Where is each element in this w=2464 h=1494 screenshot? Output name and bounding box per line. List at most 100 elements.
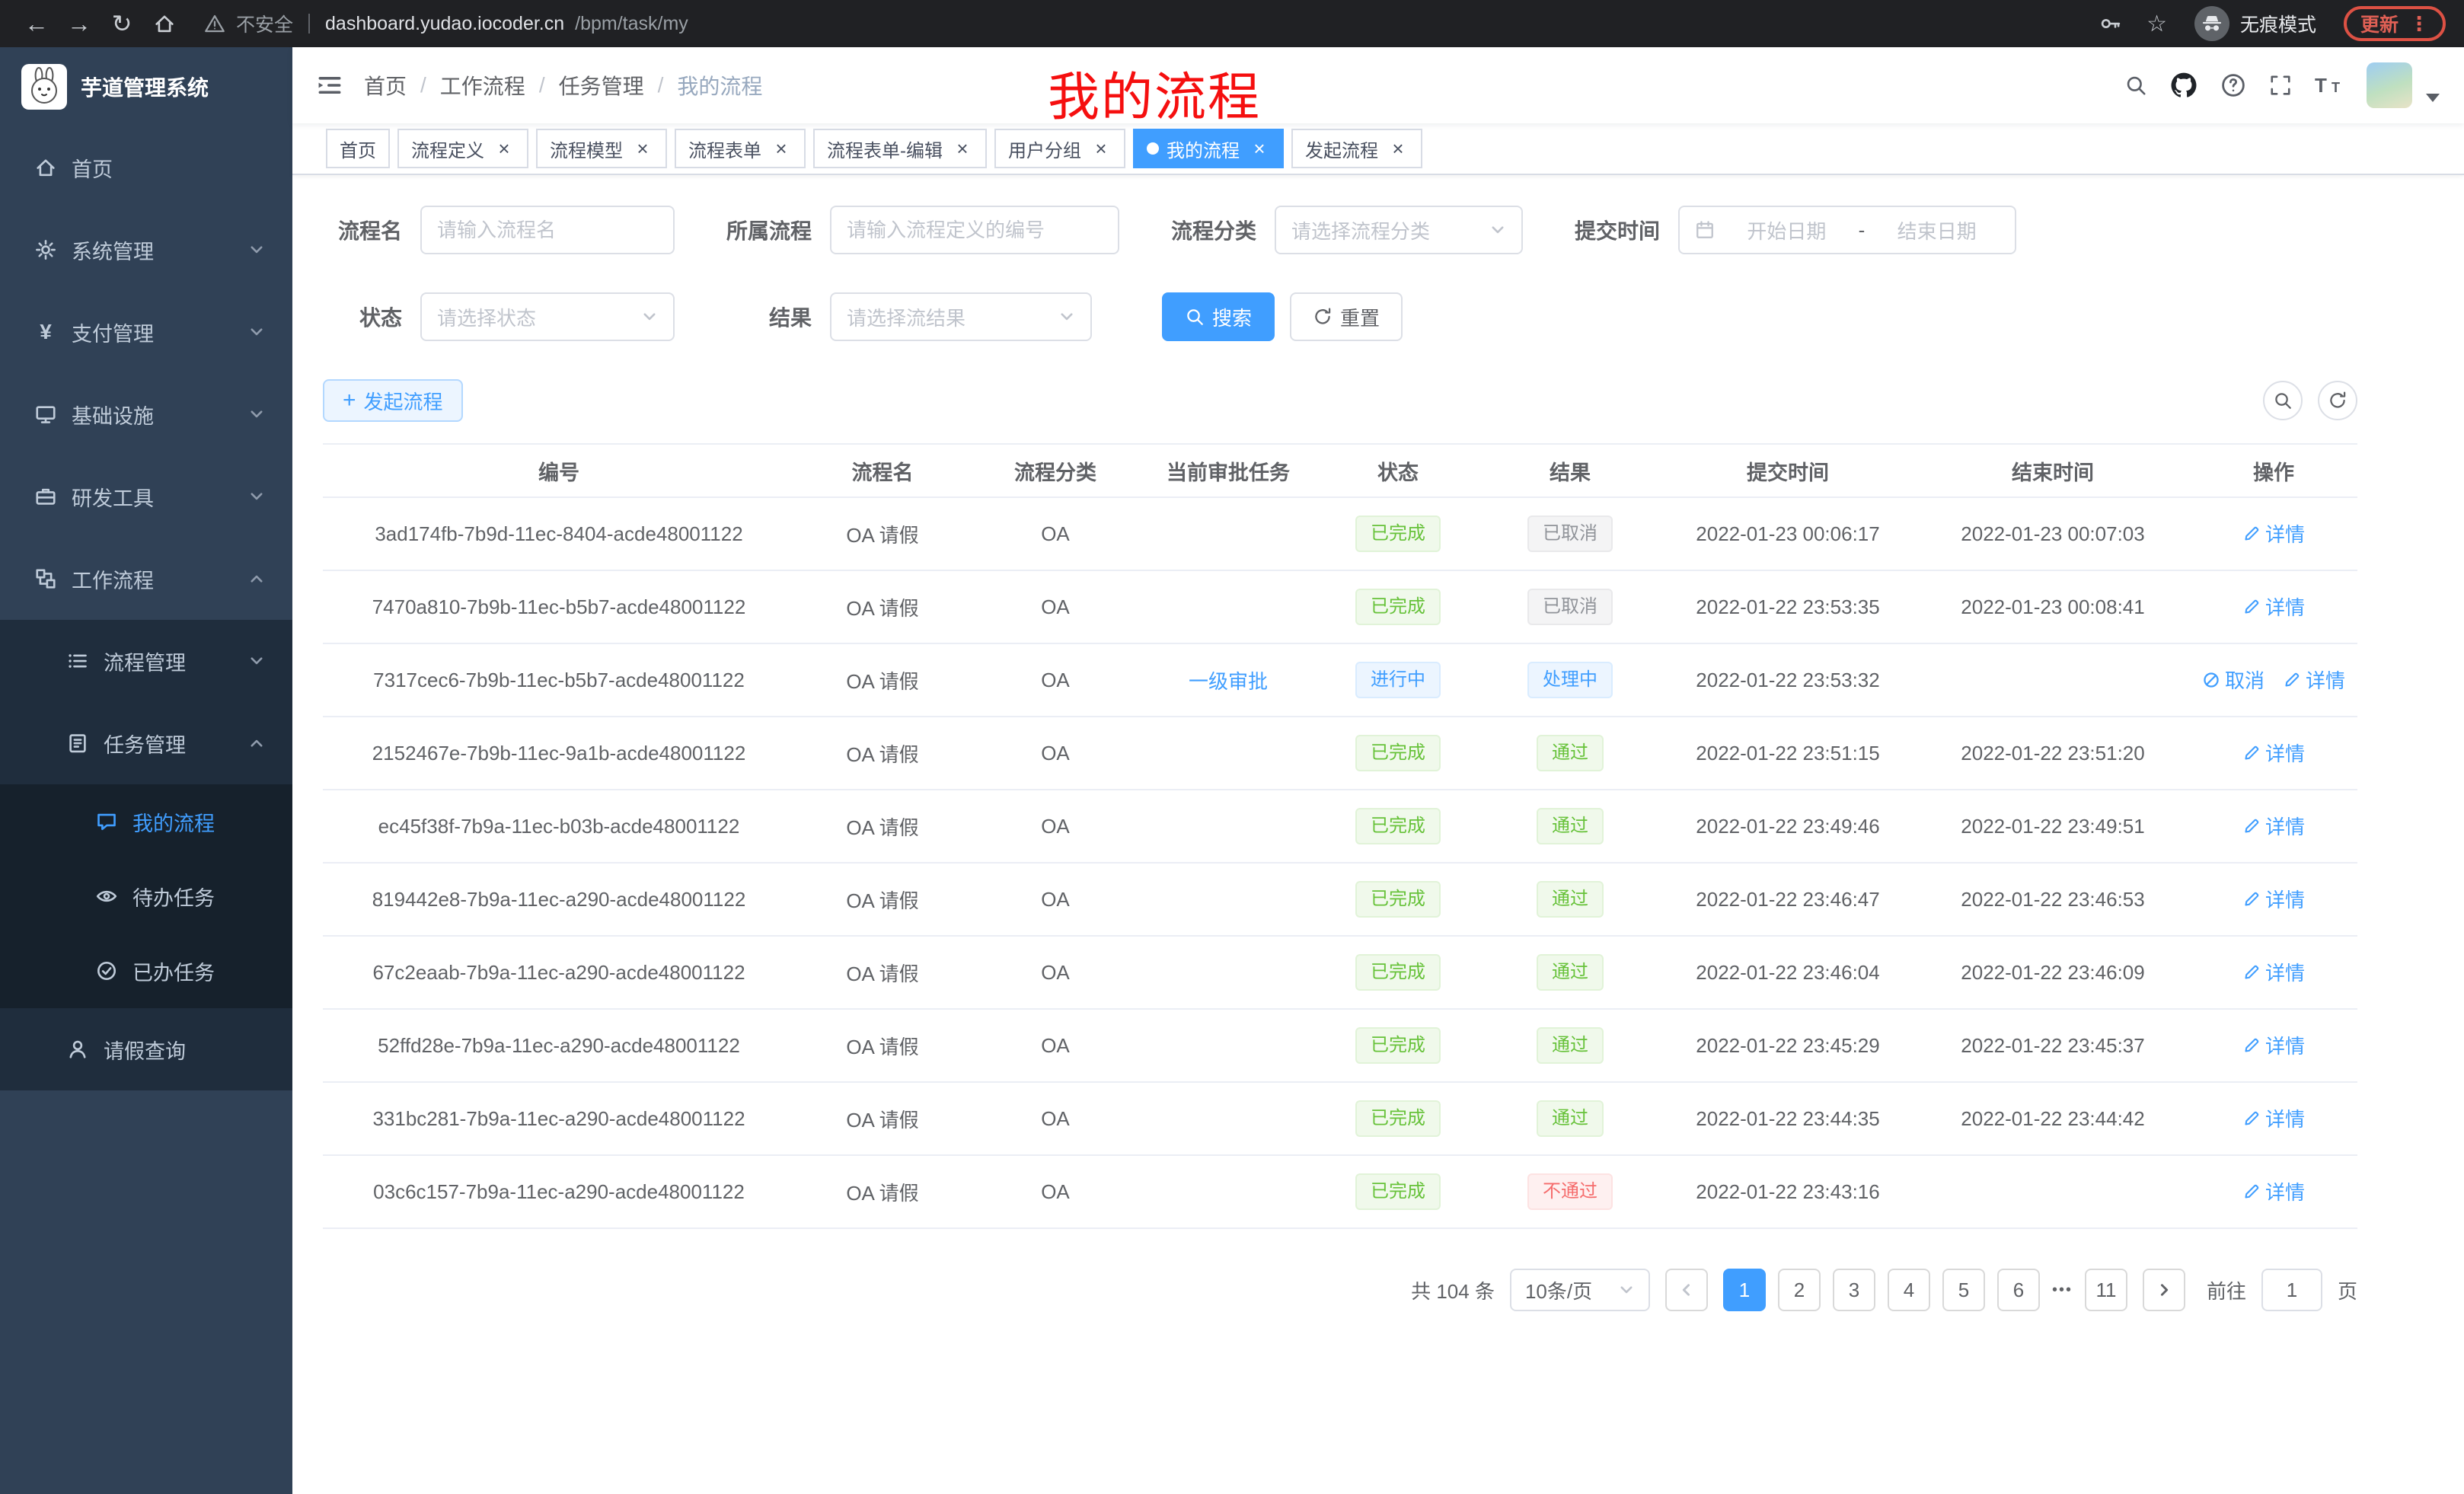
- create-process-button[interactable]: + 发起流程: [323, 379, 463, 422]
- tab-4[interactable]: 流程表单-编辑×: [813, 129, 987, 168]
- detail-link[interactable]: 详情: [2242, 885, 2305, 913]
- cell-submit-time: 2022-01-23 00:06:17: [1660, 497, 1916, 570]
- result-select[interactable]: 请选择流结果: [830, 292, 1092, 341]
- page-button-3[interactable]: 3: [1833, 1269, 1875, 1311]
- breadcrumb-item-workflow[interactable]: 工作流程: [440, 70, 525, 101]
- goto-page-input[interactable]: [2261, 1269, 2322, 1311]
- detail-link[interactable]: 详情: [2242, 739, 2305, 767]
- sidebar-item-infra[interactable]: 基础设施: [0, 373, 292, 455]
- page-button-2[interactable]: 2: [1778, 1269, 1821, 1311]
- github-icon[interactable]: [2170, 72, 2197, 99]
- filter-status: 状态 请选择状态: [323, 292, 675, 341]
- sidebar-item-leave-query[interactable]: 请假查询: [0, 1008, 292, 1090]
- avatar[interactable]: [2367, 62, 2412, 108]
- app-logo[interactable]: 芋道管理系统: [0, 47, 292, 126]
- caret-down-icon[interactable]: [2426, 94, 2440, 102]
- cell-name: OA 请假: [795, 936, 970, 1009]
- tab-6[interactable]: 我的流程×: [1133, 129, 1284, 168]
- detail-link[interactable]: 详情: [2242, 519, 2305, 547]
- detail-link[interactable]: 详情: [2242, 958, 2305, 986]
- sidebar-item-my-process[interactable]: 我的流程: [0, 784, 292, 859]
- page-button-6[interactable]: 6: [1997, 1269, 2040, 1311]
- password-key-icon[interactable]: [2099, 12, 2122, 35]
- tab-3[interactable]: 流程表单×: [675, 129, 806, 168]
- page-size-select[interactable]: 10条/页: [1510, 1269, 1650, 1311]
- close-icon[interactable]: ×: [952, 138, 973, 159]
- search-button[interactable]: 搜索: [1162, 292, 1275, 341]
- page-button-11[interactable]: 11: [2085, 1269, 2127, 1311]
- page-button-5[interactable]: 5: [1942, 1269, 1985, 1311]
- reset-button[interactable]: 重置: [1290, 292, 1403, 341]
- page-button-4[interactable]: 4: [1888, 1269, 1930, 1311]
- browser-menu-icon[interactable]: ⋮: [2409, 12, 2429, 36]
- tab-5[interactable]: 用户分组 ×: [994, 129, 1125, 168]
- sidebar-item-task-mgmt[interactable]: 任务管理: [0, 702, 292, 784]
- tab-label: 用户分组: [1008, 136, 1081, 162]
- sidebar-item-process-mgmt[interactable]: 流程管理: [0, 620, 292, 702]
- detail-link[interactable]: 详情: [2242, 812, 2305, 840]
- detail-link[interactable]: 详情: [2283, 666, 2345, 694]
- table-refresh-button[interactable]: [2318, 381, 2357, 420]
- sidebar-item-system[interactable]: 系统管理: [0, 209, 292, 291]
- header-search-icon[interactable]: [2124, 74, 2147, 97]
- detail-link[interactable]: 详情: [2242, 1104, 2305, 1132]
- result-badge: 通过: [1537, 1027, 1604, 1064]
- sidebar-toggle-icon[interactable]: [317, 72, 343, 98]
- page-ellipsis[interactable]: •••: [2052, 1282, 2073, 1299]
- breadcrumb-item-task[interactable]: 任务管理: [559, 70, 644, 101]
- status-badge: 进行中: [1355, 662, 1441, 698]
- submit-time-range[interactable]: 开始日期 - 结束日期: [1678, 206, 2016, 254]
- address-bar[interactable]: 不安全 dashboard.yudao.iocoder.cn/bpm/task/…: [204, 10, 688, 37]
- tab-7[interactable]: 发起流程×: [1291, 129, 1422, 168]
- status-select[interactable]: 请选择状态: [420, 292, 675, 341]
- cell-id: 7317cec6-7b9b-11ec-b5b7-acde48001122: [323, 643, 795, 717]
- font-size-icon[interactable]: TT: [2315, 74, 2344, 97]
- table-search-button[interactable]: [2263, 381, 2303, 420]
- process-key-input[interactable]: [847, 219, 1103, 242]
- detail-link[interactable]: 详情: [2242, 1177, 2305, 1205]
- close-icon[interactable]: ×: [493, 138, 515, 159]
- goto-suffix: 页: [2338, 1276, 2357, 1304]
- chevron-up-icon: [248, 570, 265, 587]
- cell-actions: 详情: [2190, 1155, 2357, 1228]
- breadcrumb-item-home[interactable]: 首页: [364, 70, 407, 101]
- bookmark-star-icon[interactable]: ☆: [2146, 11, 2167, 37]
- cell-id: 52ffd28e-7b9a-11ec-a290-acde48001122: [323, 1009, 795, 1082]
- prev-page-button[interactable]: [1665, 1269, 1708, 1311]
- browser-reload-button[interactable]: ↻: [104, 5, 140, 42]
- sidebar-item-done-tasks[interactable]: 已办任务: [0, 934, 292, 1008]
- detail-link[interactable]: 详情: [2242, 592, 2305, 621]
- page-list: 123456 ••• 11: [1723, 1269, 2127, 1311]
- category-select[interactable]: 请选择流程分类: [1275, 206, 1523, 254]
- process-name-input[interactable]: [437, 219, 658, 242]
- close-icon[interactable]: ×: [1387, 138, 1409, 159]
- sidebar-item-todo-tasks[interactable]: 待办任务: [0, 859, 292, 934]
- sidebar-item-home[interactable]: 首页: [0, 126, 292, 209]
- browser-home-button[interactable]: [146, 5, 183, 42]
- fullscreen-icon[interactable]: [2269, 74, 2292, 97]
- update-button[interactable]: 更新 ⋮: [2344, 6, 2446, 41]
- close-icon[interactable]: ×: [632, 138, 653, 159]
- cancel-link[interactable]: 取消: [2202, 666, 2265, 694]
- tab-0[interactable]: 首页: [326, 129, 390, 168]
- sidebar-item-payment[interactable]: ¥支付管理: [0, 291, 292, 373]
- close-icon[interactable]: ×: [1090, 138, 1112, 159]
- detail-link[interactable]: 详情: [2242, 1031, 2305, 1059]
- cell-category: OA: [970, 936, 1141, 1009]
- help-icon[interactable]: [2220, 72, 2246, 98]
- close-icon[interactable]: ×: [1249, 138, 1270, 159]
- sidebar-item-workflow[interactable]: 工作流程: [0, 538, 292, 620]
- next-page-button[interactable]: [2143, 1269, 2185, 1311]
- browser-back-button[interactable]: ←: [18, 5, 55, 42]
- cell-category: OA: [970, 643, 1141, 717]
- page-button-1[interactable]: 1: [1723, 1269, 1766, 1311]
- current-task-link[interactable]: 一级审批: [1189, 666, 1268, 694]
- cell-submit-time: 2022-01-22 23:51:15: [1660, 717, 1916, 790]
- tab-1[interactable]: 流程定义×: [397, 129, 528, 168]
- close-icon[interactable]: ×: [771, 138, 792, 159]
- cell-name: OA 请假: [795, 497, 970, 570]
- sidebar-item-devtools[interactable]: 研发工具: [0, 455, 292, 538]
- tab-2[interactable]: 流程模型×: [536, 129, 667, 168]
- goto-label: 前往: [2207, 1276, 2246, 1304]
- browser-forward-button[interactable]: →: [61, 5, 97, 42]
